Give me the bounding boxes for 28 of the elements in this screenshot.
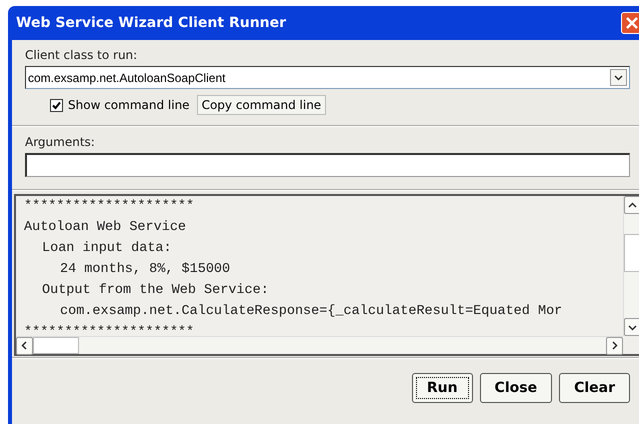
- chevron-left-icon: [20, 341, 29, 350]
- scrollbar-thumb[interactable]: [624, 234, 639, 272]
- checkbox[interactable]: [50, 98, 63, 112]
- field-label: Client class to run:: [25, 48, 138, 62]
- chevron-down-icon: [628, 322, 637, 332]
- output-line: com.exsamp.net.CalculateResponse={_calculateResult=Equated Mor: [59, 303, 564, 321]
- output-line: *********************: [24, 198, 196, 216]
- client-class-dropdown[interactable]: com.exsamp.net.AutoloanSoapClient: [25, 66, 630, 89]
- window-title: Web Service Wizard Client Runner: [15, 15, 286, 31]
- horizontal-scrollbar[interactable]: [16, 336, 623, 354]
- dialog-button[interactable]: Close: [480, 373, 552, 403]
- chevron-down-icon: [614, 73, 623, 82]
- output-line: Autoloan Web Service: [24, 219, 188, 237]
- copy-command-line-button[interactable]: Copy command line: [196, 95, 326, 115]
- dialog-button[interactable]: Clear: [559, 373, 630, 403]
- field-label: Arguments:: [25, 135, 95, 149]
- arguments-field[interactable]: [25, 153, 630, 177]
- output-line: 24 months, 8%, $15000: [59, 261, 232, 279]
- close-button[interactable]: [621, 12, 639, 34]
- chevron-up-icon: [628, 200, 637, 210]
- checkbox-label: Show command line: [68, 98, 190, 112]
- vertical-scrollbar[interactable]: [623, 196, 639, 336]
- scrollbar-thumb[interactable]: [33, 337, 79, 354]
- output-line: Loan input data:: [41, 240, 173, 258]
- chevron-right-icon: [610, 341, 619, 350]
- dialog-button[interactable]: Run: [412, 373, 473, 403]
- output-line: *********************: [24, 324, 196, 336]
- output-line: Output from the Web Service:: [41, 282, 270, 300]
